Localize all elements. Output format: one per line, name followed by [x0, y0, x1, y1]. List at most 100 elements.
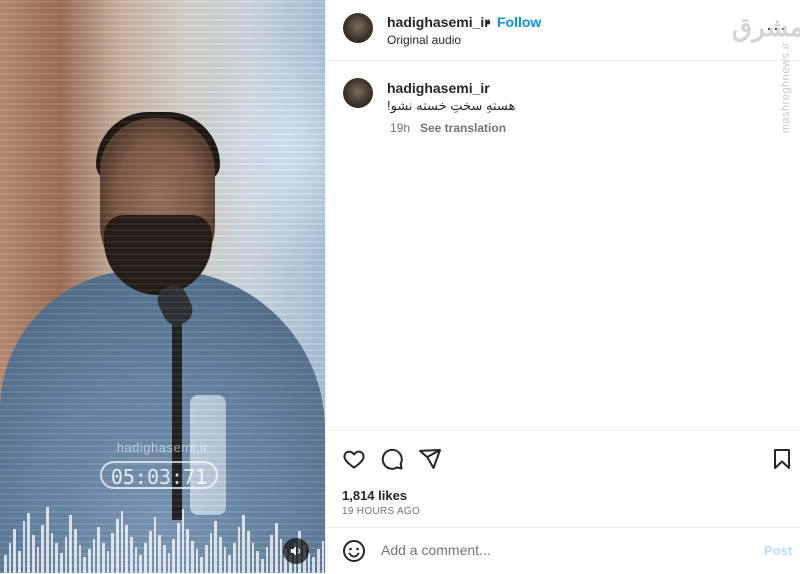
waveform-bar [246, 531, 250, 573]
emoji-button[interactable] [342, 539, 368, 565]
save-button[interactable] [770, 447, 796, 473]
waveform-bar [274, 523, 278, 573]
waveform-bar [153, 517, 157, 573]
caption-text: هستهِ سختِ خسته نشو! [387, 98, 516, 113]
waveform-bar [120, 511, 124, 573]
watermark-logo: مشرق [732, 12, 800, 42]
waveform-bar [204, 545, 208, 573]
waveform-bar [186, 529, 189, 573]
post-media-video[interactable]: hadighasemi.ir 05:03:71 [0, 0, 325, 573]
audio-waveform [0, 503, 325, 573]
waveform-bar [200, 557, 203, 573]
heart-icon [343, 450, 365, 469]
waveform-bar [148, 531, 152, 573]
waveform-bar [55, 543, 59, 573]
waveform-bar [144, 543, 147, 573]
author-avatar[interactable] [343, 13, 373, 43]
waveform-bar [218, 537, 222, 573]
comment-button[interactable] [380, 447, 406, 473]
waveform-bar [36, 547, 40, 573]
post-actions: 1,814 likes 19 HOURS AGO Post [326, 430, 800, 573]
original-audio-link[interactable]: Original audio [387, 33, 461, 47]
caption-username[interactable]: hadighasemi_ir [387, 80, 490, 96]
waveform-bar [256, 551, 259, 573]
waveform-bar [190, 541, 194, 573]
waveform-bar [60, 553, 63, 573]
waveform-bar [167, 553, 171, 573]
waveform-bar [13, 529, 17, 573]
waveform-bar [130, 537, 133, 573]
waveform-bar [237, 527, 241, 573]
video-overlay-username: hadighasemi.ir [116, 440, 209, 455]
waveform-bar [214, 521, 217, 573]
waveform-bar [92, 539, 96, 573]
waveform-bar [111, 533, 115, 573]
like-button[interactable] [342, 447, 368, 473]
comment-bar: Post [326, 527, 800, 574]
share-button[interactable] [418, 447, 444, 473]
waveform-bar [41, 525, 45, 573]
author-username[interactable]: hadighasemi_ir [387, 14, 490, 30]
waveform-bar [4, 555, 7, 573]
header-separator: • [486, 14, 491, 30]
waveform-bar [50, 533, 54, 573]
waveform-bar [242, 515, 245, 573]
share-icon [419, 449, 441, 469]
waveform-bar [27, 513, 31, 573]
waveform-bar [260, 559, 264, 573]
waveform-bar [279, 539, 283, 573]
waveform-bar [195, 549, 199, 573]
comment-input[interactable] [379, 541, 703, 559]
waveform-bar [78, 545, 82, 573]
see-translation-link[interactable]: See translation [420, 121, 506, 135]
waveform-bar [134, 547, 138, 573]
waveform-bar [8, 543, 12, 573]
waveform-bar [22, 521, 26, 573]
waveform-bar [270, 535, 273, 573]
post-header: hadighasemi_ir • Follow Original audio ·… [326, 0, 800, 61]
waveform-bar [139, 555, 143, 573]
waveform-bar [176, 523, 180, 573]
waveform-bar [265, 547, 269, 573]
caption-time: 19h [390, 121, 411, 135]
waveform-bar [209, 533, 213, 573]
waveform-bar [18, 551, 21, 573]
waveform-bar [106, 551, 110, 573]
follow-button[interactable]: Follow [497, 14, 541, 30]
waveform-bar [46, 507, 49, 573]
waveform-bar [102, 543, 105, 573]
video-overlay-timer: 05:03:71 [100, 461, 218, 489]
waveform-bar [172, 539, 175, 573]
waveform-bar [307, 553, 311, 573]
waveform-bar [32, 535, 35, 573]
waveform-bar [88, 549, 91, 573]
waveform-bar [232, 543, 236, 573]
waveform-bar [158, 535, 161, 573]
post-time-ago: 19 HOURS AGO [342, 506, 421, 517]
waveform-bar [97, 527, 101, 573]
waveform-bar [83, 557, 87, 573]
waveform-bar [223, 547, 227, 573]
speaker-icon [290, 546, 301, 556]
likes-count[interactable]: 1,814 likes [342, 488, 407, 503]
emoji-icon [343, 540, 365, 562]
waveform-bar [321, 541, 325, 573]
site-watermark: مشرق mashreghnews.ir [732, 12, 800, 133]
waveform-bar [251, 543, 255, 573]
waveform-bar [116, 519, 119, 573]
watermark-site: mashreghnews.ir [780, 42, 792, 134]
caption-dot: . [484, 80, 488, 96]
waveform-bar [317, 549, 320, 573]
waveform-bar [64, 537, 68, 573]
mute-button[interactable] [283, 538, 309, 564]
bookmark-icon [774, 449, 790, 469]
waveform-bar [69, 515, 73, 573]
caption-avatar[interactable] [343, 78, 373, 108]
post-comment-button[interactable]: Post [764, 543, 792, 558]
waveform-bar [181, 509, 185, 573]
post-side-panel: hadighasemi_ir • Follow Original audio ·… [325, 0, 800, 573]
waveform-bar [74, 529, 77, 573]
waveform-bar [228, 555, 231, 573]
waveform-bar [162, 545, 166, 573]
comment-icon [381, 448, 403, 470]
